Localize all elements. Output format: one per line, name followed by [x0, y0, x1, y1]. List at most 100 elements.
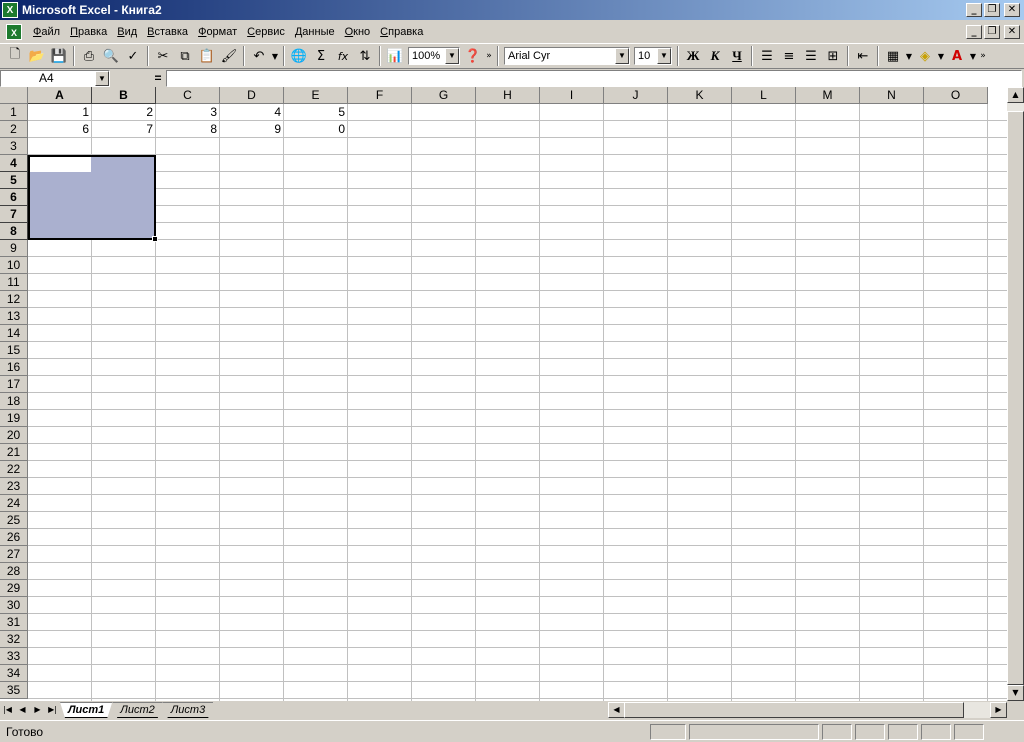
- row-header-32[interactable]: 32: [0, 631, 28, 648]
- align-right-icon[interactable]: ☰: [800, 45, 822, 67]
- row-header-15[interactable]: 15: [0, 342, 28, 359]
- column-header-o[interactable]: O: [924, 87, 988, 104]
- row-header-31[interactable]: 31: [0, 614, 28, 631]
- column-header-b[interactable]: B: [92, 87, 156, 104]
- column-header-m[interactable]: M: [796, 87, 860, 104]
- sheet-tab-3[interactable]: Лист3: [163, 702, 213, 718]
- column-header-h[interactable]: H: [476, 87, 540, 104]
- bold-button[interactable]: Ж: [682, 45, 704, 67]
- italic-button[interactable]: К: [704, 45, 726, 67]
- row-header-26[interactable]: 26: [0, 529, 28, 546]
- spelling-icon[interactable]: ✓: [122, 45, 144, 67]
- open-icon[interactable]: 📂: [26, 45, 48, 67]
- chevron-down-icon[interactable]: ▼: [615, 48, 629, 64]
- borders-dropdown-icon[interactable]: ▼: [904, 45, 914, 67]
- scroll-right-icon[interactable]: ▶: [990, 702, 1007, 718]
- row-header-17[interactable]: 17: [0, 376, 28, 393]
- row-header-13[interactable]: 13: [0, 308, 28, 325]
- horizontal-scroll-thumb[interactable]: [624, 702, 964, 718]
- doc-minimize-button[interactable]: _: [966, 24, 982, 39]
- more-buttons-icon[interactable]: »: [978, 45, 988, 67]
- sort-ascending-icon[interactable]: ⇅: [354, 45, 376, 67]
- undo-dropdown-icon[interactable]: ▼: [270, 45, 280, 67]
- cell-d2[interactable]: 9: [220, 121, 284, 138]
- cell-c2[interactable]: 8: [156, 121, 220, 138]
- minimize-button[interactable]: _: [966, 3, 982, 17]
- more-buttons-icon[interactable]: »: [484, 45, 494, 67]
- fill-handle[interactable]: [152, 236, 158, 242]
- row-header-21[interactable]: 21: [0, 444, 28, 461]
- row-header-14[interactable]: 14: [0, 325, 28, 342]
- menu-help[interactable]: Справка: [375, 26, 428, 38]
- menu-view[interactable]: Вид: [112, 26, 142, 38]
- column-header-i[interactable]: I: [540, 87, 604, 104]
- cell-a2[interactable]: 6: [28, 121, 92, 138]
- row-header-22[interactable]: 22: [0, 461, 28, 478]
- doc-restore-button[interactable]: ❐: [984, 24, 1000, 39]
- function-icon[interactable]: fx: [332, 45, 354, 67]
- help-icon[interactable]: ❓: [462, 45, 484, 67]
- row-header-2[interactable]: 2: [0, 121, 28, 138]
- first-sheet-icon[interactable]: |◀: [0, 702, 15, 718]
- chevron-down-icon[interactable]: ▼: [95, 70, 109, 86]
- format-painter-icon[interactable]: 🖌: [218, 45, 240, 67]
- select-all-corner[interactable]: [0, 87, 28, 104]
- menu-insert[interactable]: Вставка: [142, 26, 193, 38]
- row-header-8[interactable]: 8: [0, 223, 28, 240]
- column-header-j[interactable]: J: [604, 87, 668, 104]
- row-header-6[interactable]: 6: [0, 189, 28, 206]
- cell-e2[interactable]: 0: [284, 121, 348, 138]
- sheet-tab-2[interactable]: Лист2: [112, 702, 162, 718]
- row-header-19[interactable]: 19: [0, 410, 28, 427]
- autosum-icon[interactable]: Σ: [310, 45, 332, 67]
- formula-input[interactable]: [166, 69, 1022, 87]
- row-header-11[interactable]: 11: [0, 274, 28, 291]
- column-header-c[interactable]: C: [156, 87, 220, 104]
- chevron-down-icon[interactable]: ▼: [445, 48, 459, 64]
- underline-button[interactable]: Ч: [726, 45, 748, 67]
- merge-center-icon[interactable]: ⊞: [822, 45, 844, 67]
- align-center-icon[interactable]: ≡: [778, 45, 800, 67]
- menu-file[interactable]: Файл: [28, 26, 65, 38]
- active-cell[interactable]: [30, 157, 91, 172]
- font-name-select[interactable]: Arial Cyr ▼: [504, 47, 630, 65]
- sheet-tab-1[interactable]: Лист1: [60, 702, 112, 718]
- align-left-icon[interactable]: ☰: [756, 45, 778, 67]
- column-header-n[interactable]: N: [860, 87, 924, 104]
- row-header-4[interactable]: 4: [0, 155, 28, 172]
- row-header-29[interactable]: 29: [0, 580, 28, 597]
- scroll-up-icon[interactable]: ▲: [1007, 87, 1024, 103]
- hyperlink-icon[interactable]: 🌐: [288, 45, 310, 67]
- row-header-18[interactable]: 18: [0, 393, 28, 410]
- font-color-icon[interactable]: A: [946, 45, 968, 67]
- next-sheet-icon[interactable]: ▶: [30, 702, 45, 718]
- column-header-d[interactable]: D: [220, 87, 284, 104]
- cells-area[interactable]: [28, 104, 1007, 701]
- row-header-3[interactable]: 3: [0, 138, 28, 155]
- menu-tools[interactable]: Сервис: [242, 26, 290, 38]
- chevron-down-icon[interactable]: ▼: [657, 48, 671, 64]
- save-icon[interactable]: 💾: [48, 45, 70, 67]
- column-header-l[interactable]: L: [732, 87, 796, 104]
- borders-icon[interactable]: ▦: [882, 45, 904, 67]
- column-header-f[interactable]: F: [348, 87, 412, 104]
- restore-button[interactable]: ❐: [984, 3, 1000, 17]
- scroll-down-icon[interactable]: ▼: [1007, 685, 1024, 701]
- fill-color-icon[interactable]: ◈: [914, 45, 936, 67]
- column-header-k[interactable]: K: [668, 87, 732, 104]
- new-icon[interactable]: 🗋: [4, 45, 26, 67]
- row-header-9[interactable]: 9: [0, 240, 28, 257]
- decrease-indent-icon[interactable]: ⇤: [852, 45, 874, 67]
- cell-e1[interactable]: 5: [284, 104, 348, 121]
- row-header-25[interactable]: 25: [0, 512, 28, 529]
- vertical-scroll-thumb[interactable]: [1007, 111, 1024, 685]
- last-sheet-icon[interactable]: ▶|: [45, 702, 60, 718]
- font-color-dropdown-icon[interactable]: ▼: [968, 45, 978, 67]
- horizontal-scrollbar[interactable]: ◀ ▶: [608, 702, 1007, 718]
- scroll-left-icon[interactable]: ◀: [608, 702, 625, 718]
- print-preview-icon[interactable]: 🔍: [100, 45, 122, 67]
- menu-data[interactable]: Данные: [290, 26, 340, 38]
- menu-window[interactable]: Окно: [340, 26, 376, 38]
- row-header-27[interactable]: 27: [0, 546, 28, 563]
- cell-b1[interactable]: 2: [92, 104, 156, 121]
